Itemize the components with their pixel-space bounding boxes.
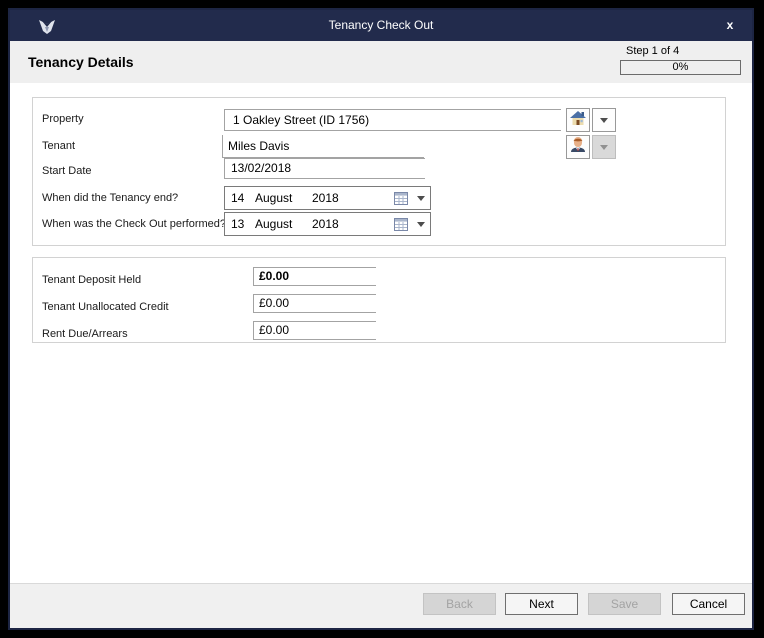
rent-due-label: Rent Due/Arrears [42, 328, 128, 340]
chevron-down-icon [600, 145, 608, 150]
house-icon [569, 109, 587, 132]
wizard-footer: Back Next Save Cancel [10, 583, 752, 628]
deposit-held-input[interactable]: £0.00 [253, 267, 376, 286]
step-indicator: Step 1 of 4 [626, 45, 679, 57]
start-date-label: Start Date [42, 165, 92, 177]
deposit-held-label: Tenant Deposit Held [42, 274, 141, 286]
wizard-header: Tenancy Details Step 1 of 4 0% [10, 41, 752, 83]
window-title: Tenancy Check Out [10, 10, 752, 41]
tenancy-end-label: When did the Tenancy end? [42, 192, 178, 204]
tenancy-end-datepicker[interactable]: 14 August 2018 [224, 186, 431, 210]
calendar-icon [394, 192, 408, 208]
property-input[interactable]: 1 Oakley Street (ID 1756) [224, 109, 561, 131]
financials-group [32, 257, 726, 343]
person-icon [569, 136, 587, 159]
tenancy-end-day: 14 [231, 191, 244, 205]
calendar-icon [394, 218, 408, 234]
tenancy-end-year: 2018 [312, 191, 339, 205]
progress-bar: 0% [620, 60, 741, 75]
save-button[interactable]: Save [588, 593, 661, 615]
property-dropdown-button[interactable] [592, 108, 616, 132]
chevron-down-icon [600, 118, 608, 123]
close-icon[interactable]: x [718, 10, 742, 41]
tenancy-checkout-dialog: Tenancy Check Out x Tenancy Details Step… [8, 8, 754, 630]
property-label: Property [42, 113, 84, 125]
tenant-input[interactable]: Miles Davis [222, 135, 424, 158]
checkout-date-label: When was the Check Out performed? [42, 218, 226, 230]
cancel-button[interactable]: Cancel [672, 593, 745, 615]
back-button[interactable]: Back [423, 593, 496, 615]
rent-due-input[interactable]: £0.00 [253, 321, 376, 340]
chevron-down-icon [417, 196, 425, 201]
progress-percent-label: 0% [621, 61, 740, 74]
checkout-year: 2018 [312, 217, 339, 231]
property-lookup-button[interactable] [566, 108, 590, 132]
page-title: Tenancy Details [28, 54, 134, 70]
checkout-datepicker[interactable]: 13 August 2018 [224, 212, 431, 236]
main-content: Property 1 Oakley Street (ID 1756) Tenan… [10, 83, 752, 583]
unallocated-credit-input[interactable]: £0.00 [253, 294, 376, 313]
tenant-dropdown-button[interactable] [592, 135, 616, 159]
chevron-down-icon [417, 222, 425, 227]
tenancy-end-month: August [255, 191, 292, 205]
checkout-month: August [255, 217, 292, 231]
title-bar: Tenancy Check Out x [10, 10, 752, 41]
start-date-input[interactable]: 13/02/2018 [224, 158, 425, 179]
next-button[interactable]: Next [505, 593, 578, 615]
tenant-lookup-button[interactable] [566, 135, 590, 159]
checkout-day: 13 [231, 217, 244, 231]
tenant-label: Tenant [42, 140, 75, 152]
unallocated-credit-label: Tenant Unallocated Credit [42, 301, 169, 313]
